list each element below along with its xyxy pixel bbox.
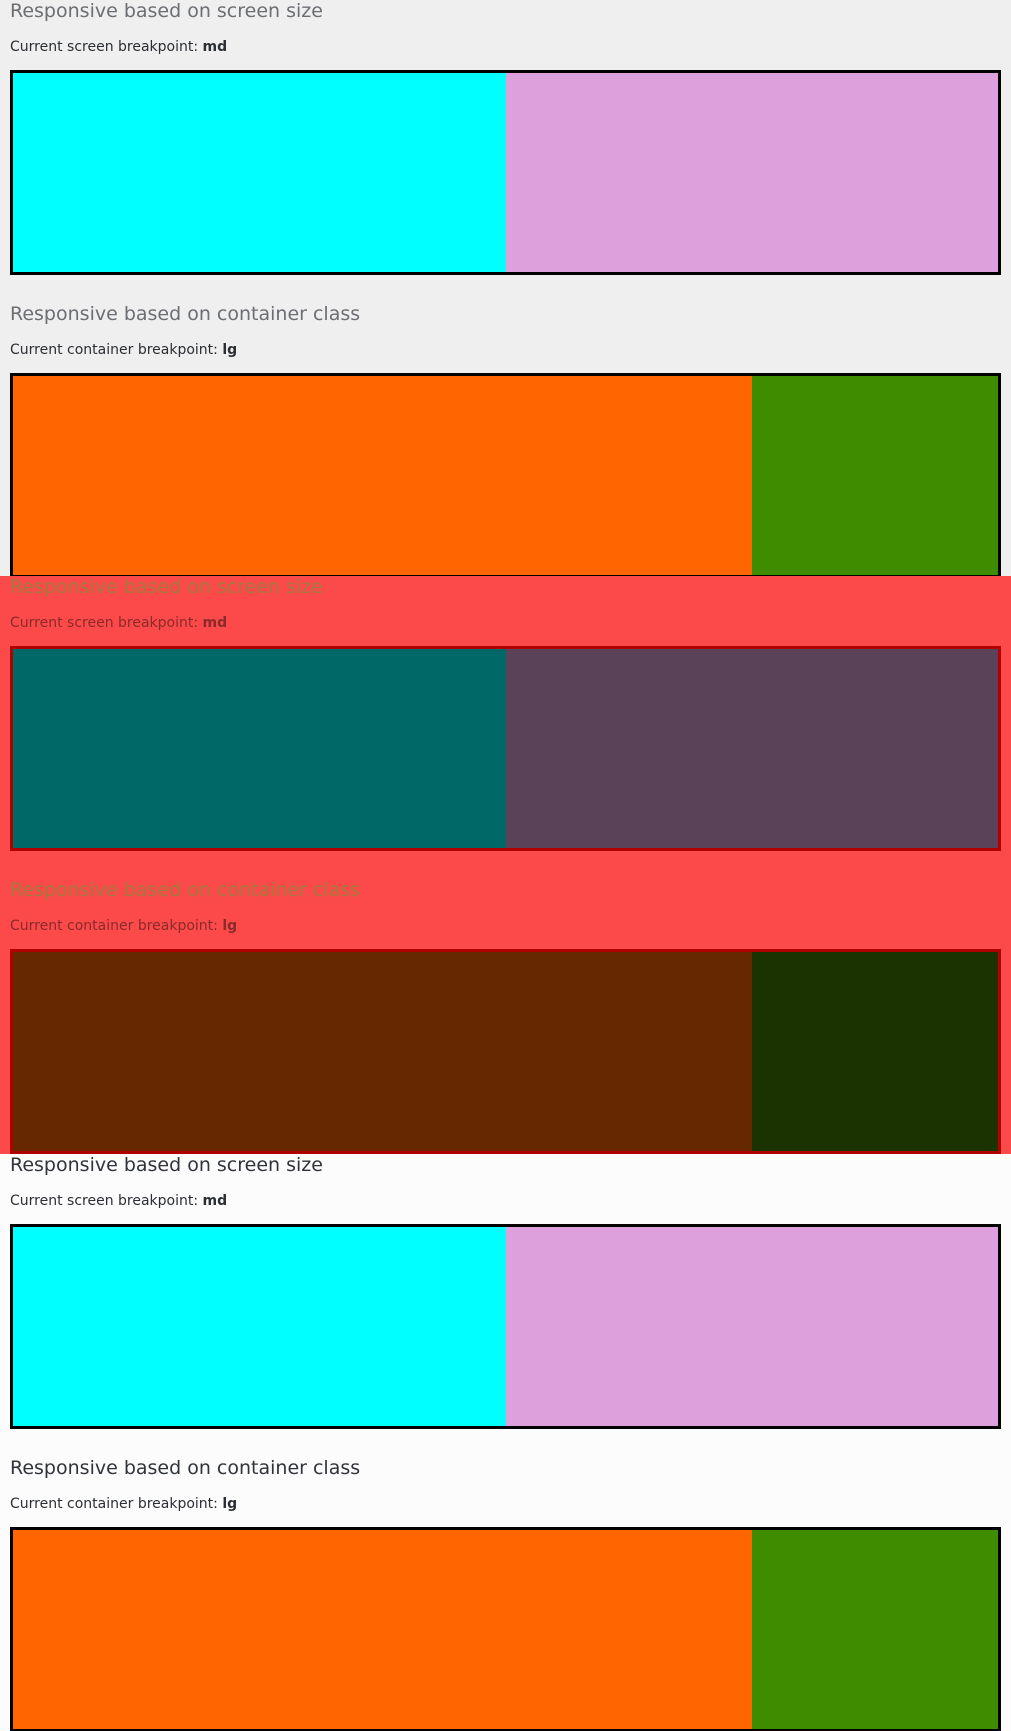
screen-block-left: [13, 649, 506, 848]
container-block-right: [751, 952, 998, 1151]
screen-demo-box: [10, 1224, 1001, 1429]
container-breakpoint-value: lg: [222, 918, 238, 934]
container-breakpoint-line: Current container breakpoint: lg: [10, 1495, 1001, 1513]
container-block-right: [751, 376, 998, 575]
container-demo-box: [10, 949, 1001, 1154]
container-class-title: Responsive based on container class: [10, 879, 361, 901]
container-breakpoint-value: lg: [222, 1496, 238, 1512]
panel-top: Responsive based on screen size Current …: [0, 0, 1011, 576]
container-block-right: [751, 1530, 998, 1729]
screen-size-section: Responsive based on screen size Current …: [10, 576, 1001, 851]
container-breakpoint-line: Current container breakpoint: lg: [10, 341, 1001, 359]
container-demo-box: [10, 373, 1001, 576]
panel-bottom: Responsive based on screen size Current …: [0, 1154, 1011, 1731]
screen-size-section: Responsive based on screen size Current …: [10, 1154, 1001, 1429]
container-class-section: Responsive based on container class Curr…: [10, 1457, 1001, 1731]
screen-block-right: [505, 1227, 998, 1426]
screen-demo-box: [10, 646, 1001, 851]
container-breakpoint-line: Current container breakpoint: lg: [10, 917, 1001, 935]
screen-breakpoint-line: Current screen breakpoint: md: [10, 614, 1001, 632]
container-class-title: Responsive based on container class: [10, 303, 361, 325]
screen-block-left: [13, 73, 506, 272]
container-breakpoint-label: Current container breakpoint:: [10, 918, 223, 934]
container-class-section: Responsive based on container class Curr…: [10, 879, 1001, 1154]
screen-breakpoint-label: Current screen breakpoint:: [10, 615, 203, 631]
container-breakpoint-label: Current container breakpoint:: [10, 1496, 223, 1512]
container-class-title: Responsive based on container class: [10, 1457, 361, 1479]
screen-breakpoint-line: Current screen breakpoint: md: [10, 38, 1001, 56]
screen-breakpoint-value: md: [202, 1193, 228, 1209]
container-block-left: [13, 952, 752, 1151]
container-block-left: [13, 1530, 752, 1729]
screen-size-section: Responsive based on screen size Current …: [10, 0, 1001, 275]
screen-size-title: Responsive based on screen size: [10, 1154, 323, 1176]
screen-breakpoint-value: md: [202, 39, 228, 55]
container-demo-box: [10, 1527, 1001, 1731]
screen-size-title: Responsive based on screen size: [10, 0, 323, 22]
panel-middle: Responsive based on screen size Current …: [0, 576, 1011, 1154]
screen-breakpoint-line: Current screen breakpoint: md: [10, 1192, 1001, 1210]
container-class-section: Responsive based on container class Curr…: [10, 303, 1001, 576]
screen-breakpoint-value: md: [202, 615, 228, 631]
screen-demo-box: [10, 70, 1001, 275]
screen-size-title: Responsive based on screen size: [10, 576, 323, 598]
container-block-left: [13, 376, 752, 575]
screen-block-right: [505, 73, 998, 272]
screen-breakpoint-label: Current screen breakpoint:: [10, 39, 203, 55]
screen-block-right: [505, 649, 998, 848]
screen-breakpoint-label: Current screen breakpoint:: [10, 1193, 203, 1209]
container-breakpoint-value: lg: [222, 342, 238, 358]
container-breakpoint-label: Current container breakpoint:: [10, 342, 223, 358]
screen-block-left: [13, 1227, 506, 1426]
